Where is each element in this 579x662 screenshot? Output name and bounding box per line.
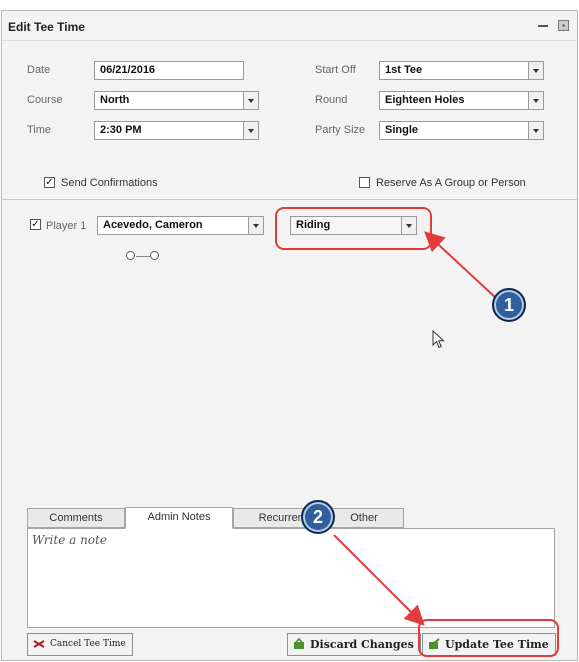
tab-admin-notes[interactable]: Admin Notes: [125, 507, 233, 529]
step-badge-1: 1: [492, 288, 526, 322]
arrow-to-update: [333, 534, 425, 626]
arrow-to-transport: [424, 231, 497, 299]
step-badge-2: 2: [301, 500, 335, 534]
annotation-arrows: [333, 231, 497, 626]
